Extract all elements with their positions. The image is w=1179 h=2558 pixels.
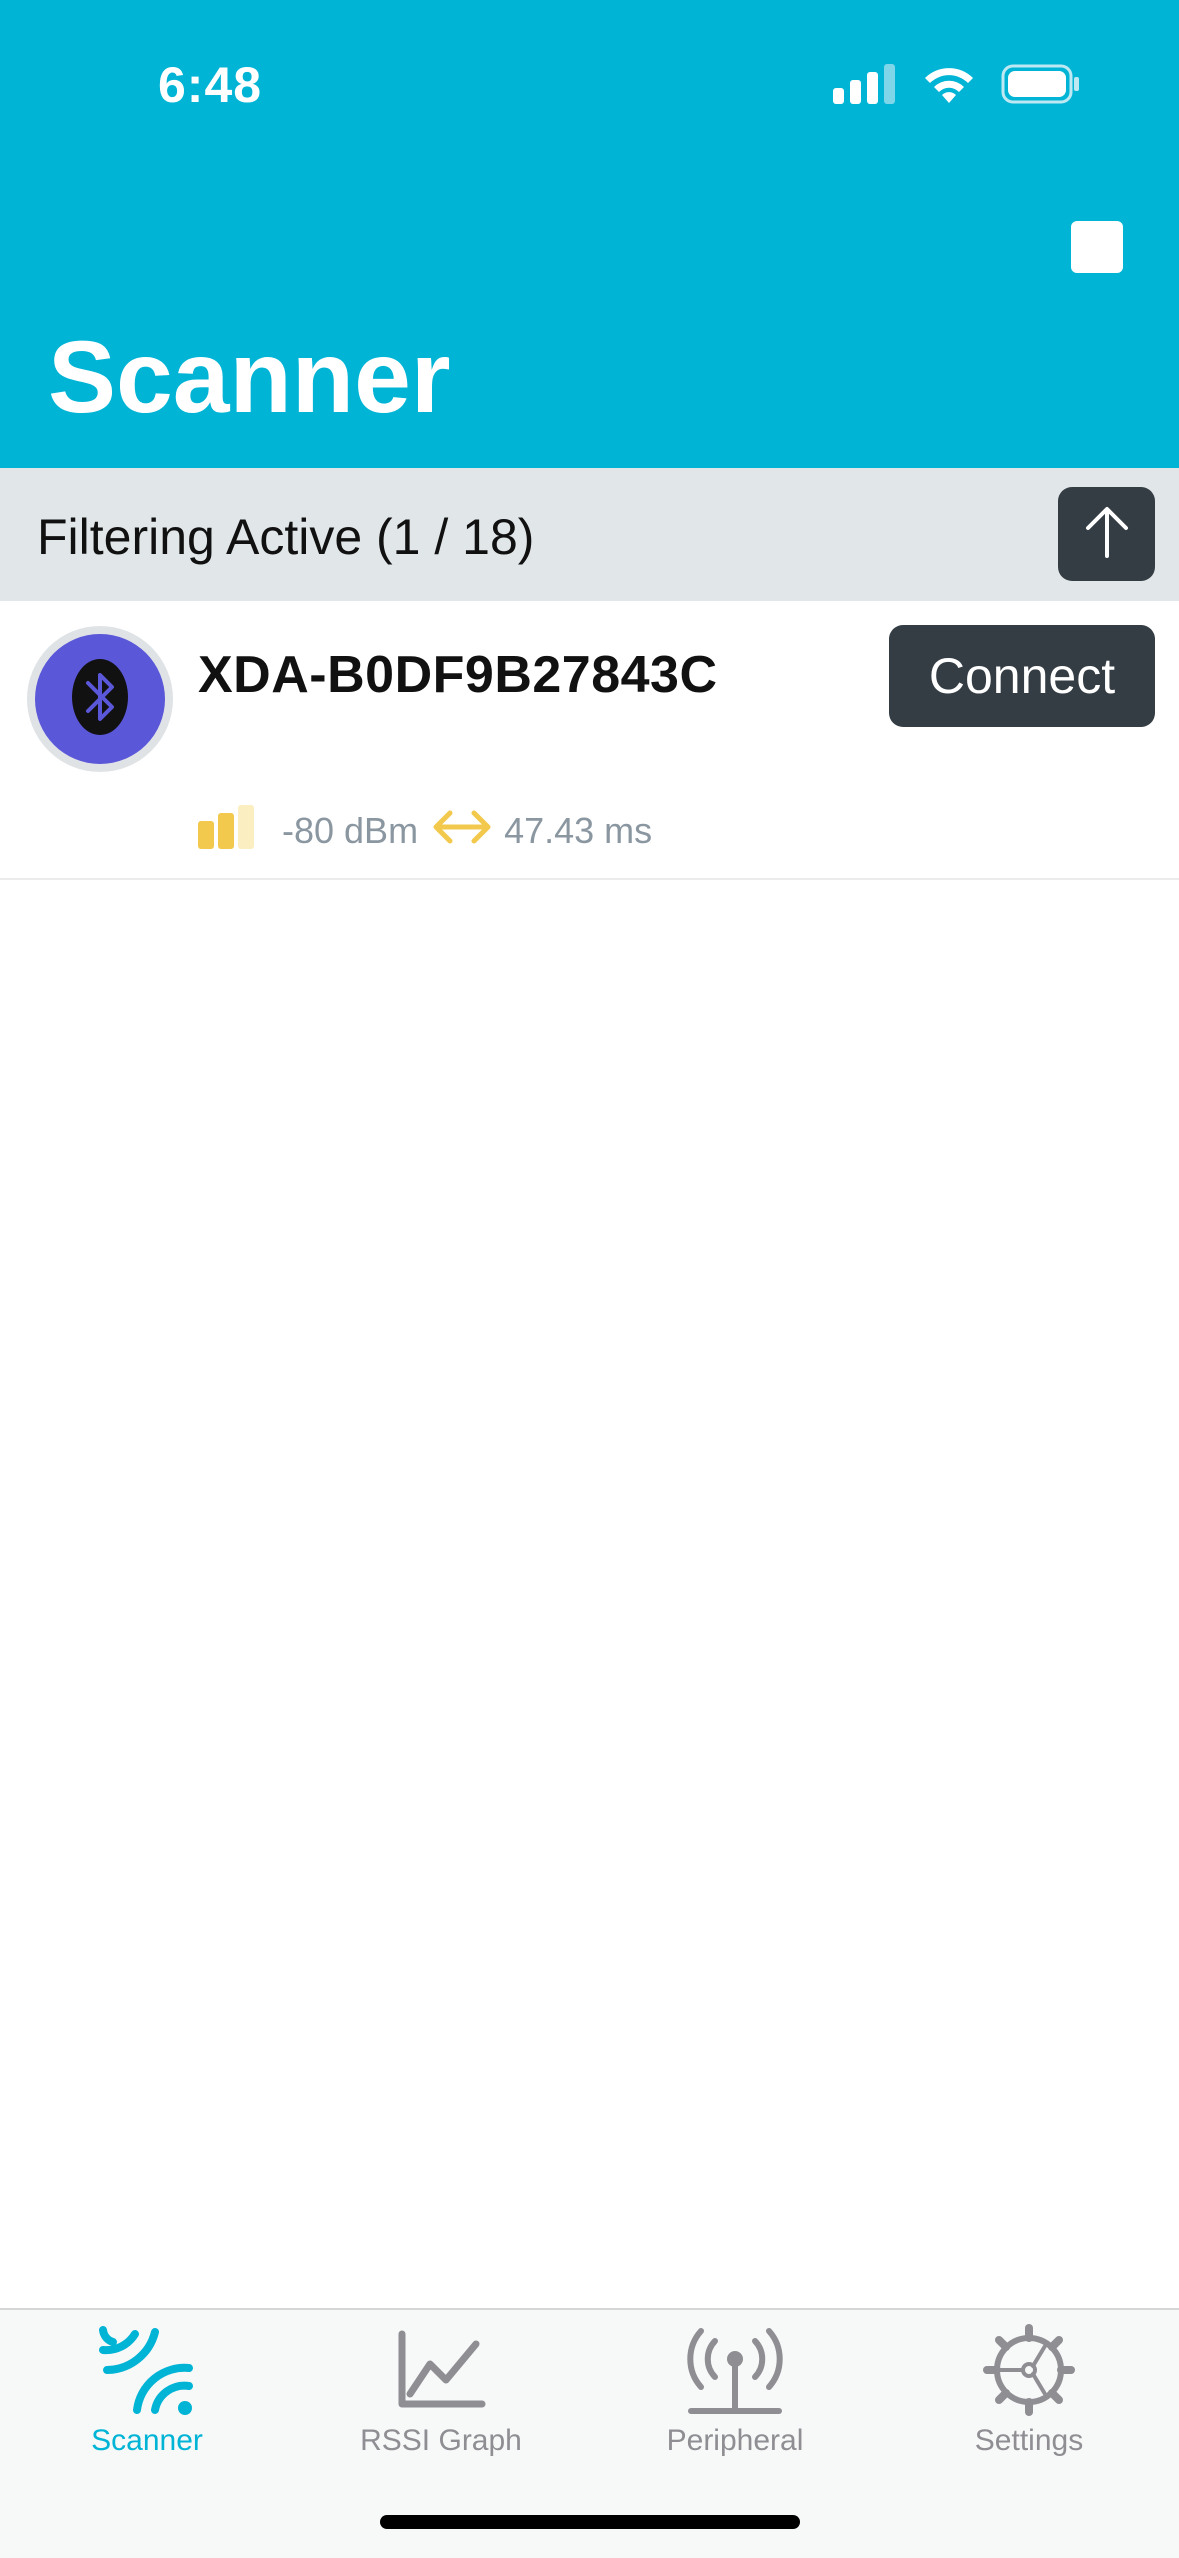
tab-scanner-label: Scanner (91, 2424, 203, 2457)
device-list-item[interactable]: XDA-B0DF9B27843C Connect -80 dBm 47.43 m… (0, 601, 1179, 880)
filter-status-text: Filtering Active (1 / 18) (37, 509, 535, 565)
battery-icon (1001, 64, 1081, 109)
tab-settings-label: Settings (974, 2424, 1084, 2457)
arrow-up-icon (1082, 504, 1132, 565)
device-name: XDA-B0DF9B27843C (198, 646, 718, 704)
tab-rssi-graph[interactable]: RSSI Graph (294, 2310, 588, 2480)
tab-peripheral-label: Peripheral (666, 2424, 804, 2457)
stop-scan-button[interactable] (1071, 221, 1123, 273)
status-icons (833, 60, 1081, 112)
rssi-value: -80 dBm (282, 810, 419, 851)
tab-settings[interactable]: Settings (882, 2310, 1176, 2480)
signal-strength-icon (198, 804, 258, 858)
home-indicator[interactable] (380, 2515, 800, 2529)
tab-rssi-graph-label: RSSI Graph (360, 2424, 522, 2457)
wifi-icon (921, 63, 977, 110)
antenna-icon (685, 2325, 785, 2420)
cellular-signal-icon (833, 63, 897, 109)
page-title: Scanner (48, 320, 451, 434)
scanner-icon (97, 2324, 197, 2421)
device-avatar (27, 626, 173, 772)
gear-icon (983, 2323, 1075, 2421)
interval-value: 47.43 ms (504, 810, 653, 851)
device-meta: -80 dBm 47.43 ms (198, 804, 653, 856)
graph-icon (396, 2330, 486, 2415)
connect-button[interactable]: Connect (889, 625, 1155, 727)
status-time: 6:48 (158, 57, 263, 113)
scroll-to-top-button[interactable] (1058, 487, 1155, 581)
filter-bar: Filtering Active (1 / 18) (0, 468, 1179, 601)
tab-scanner[interactable]: Scanner (0, 2310, 294, 2480)
bluetooth-icon (70, 657, 130, 742)
tab-peripheral[interactable]: Peripheral (588, 2310, 882, 2480)
advertising-interval-icon (432, 807, 492, 856)
app-header: 6:48 Scanner (0, 0, 1179, 468)
